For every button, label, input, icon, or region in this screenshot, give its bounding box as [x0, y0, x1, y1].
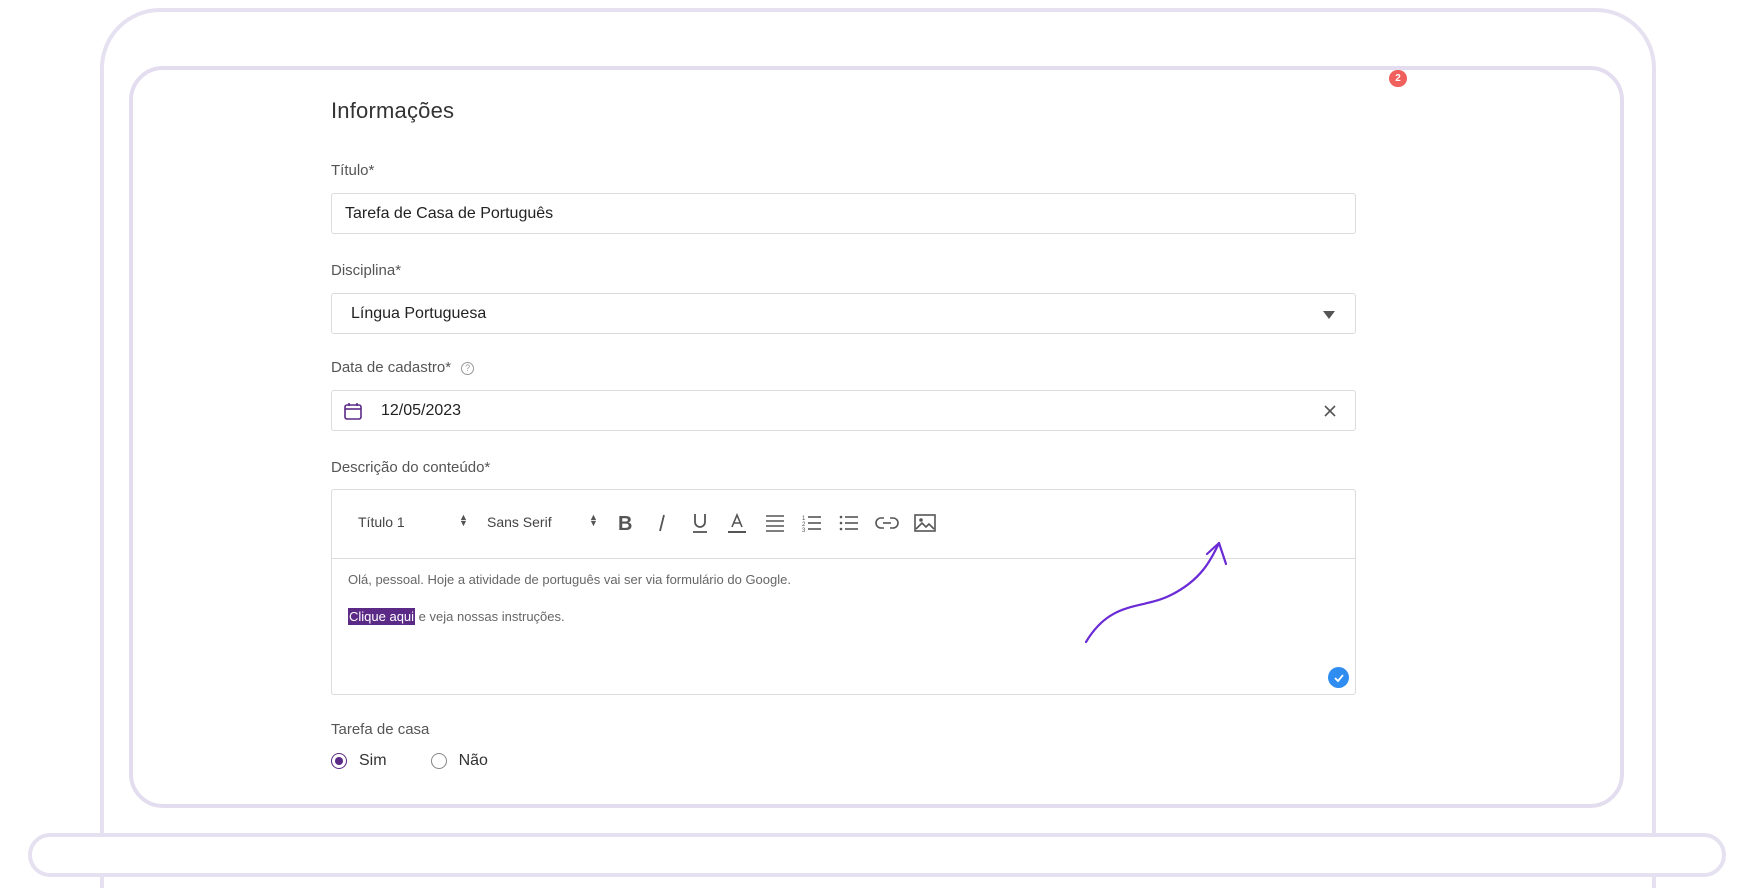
disciplina-value: Língua Portuguesa	[351, 305, 487, 322]
align-icon[interactable]	[762, 510, 788, 536]
tarefa-casa-label: Tarefa de casa	[331, 721, 430, 738]
data-cadastro-label: Data de cadastro*?	[331, 359, 475, 376]
heading-select-arrows-icon[interactable]: ▲ ▼	[459, 513, 468, 528]
editor-line-2: Clique aqui e veja nossas instruções.	[348, 608, 791, 625]
underline-icon[interactable]	[687, 510, 713, 536]
laptop-base	[28, 833, 1726, 877]
disciplina-select[interactable]: Língua Portuguesa	[331, 293, 1356, 334]
titulo-value: Tarefa de Casa de Português	[345, 205, 554, 222]
font-select[interactable]: Sans Serif	[487, 514, 552, 530]
image-icon[interactable]	[912, 510, 938, 536]
annotation-arrow-icon	[1084, 541, 1228, 644]
heading-select[interactable]: Título 1	[358, 514, 405, 530]
highlighted-link-text[interactable]: Clique aqui	[348, 608, 416, 625]
tarefa-casa-radio-group: Sim Não	[331, 752, 488, 770]
data-cadastro-label-text: Data de cadastro*	[331, 359, 452, 376]
editor-line-2-rest: e veja nossas instruções.	[415, 609, 565, 624]
calendar-icon[interactable]	[343, 401, 363, 426]
help-icon[interactable]: ?	[461, 362, 475, 375]
bold-icon[interactable]: B	[612, 510, 638, 536]
radio-nao[interactable]	[430, 753, 447, 769]
editor-line-1: Olá, pessoal. Hoje a atividade de portug…	[348, 572, 791, 587]
radio-nao-label[interactable]: Não	[459, 752, 488, 770]
clear-icon[interactable]	[1323, 404, 1337, 423]
notification-badge[interactable]: 2	[1389, 70, 1407, 87]
font-select-arrows-icon[interactable]: ▲ ▼	[589, 513, 598, 528]
editor-content[interactable]: Olá, pessoal. Hoje a atividade de portug…	[348, 572, 791, 646]
text-color-icon[interactable]	[724, 510, 750, 536]
svg-text:3: 3	[802, 528, 806, 532]
svg-text:B: B	[618, 513, 632, 533]
descricao-label: Descrição do conteúdo*	[331, 459, 491, 476]
dropdown-caret-icon	[1323, 311, 1335, 319]
titulo-input[interactable]: Tarefa de Casa de Português	[331, 193, 1356, 234]
date-value: 12/05/2023	[381, 402, 462, 419]
section-title: Informações	[331, 98, 455, 123]
date-input[interactable]: 12/05/2023	[331, 390, 1356, 431]
radio-sim[interactable]	[331, 753, 347, 769]
link-icon[interactable]	[874, 510, 900, 536]
ordered-list-icon[interactable]: 123	[799, 510, 825, 536]
titulo-label: Título*	[331, 162, 375, 179]
italic-icon[interactable]	[649, 510, 675, 536]
disciplina-label: Disciplina*	[331, 262, 402, 279]
bullet-list-icon[interactable]	[836, 510, 862, 536]
radio-sim-label[interactable]: Sim	[359, 752, 387, 770]
check-icon[interactable]	[1328, 667, 1349, 688]
